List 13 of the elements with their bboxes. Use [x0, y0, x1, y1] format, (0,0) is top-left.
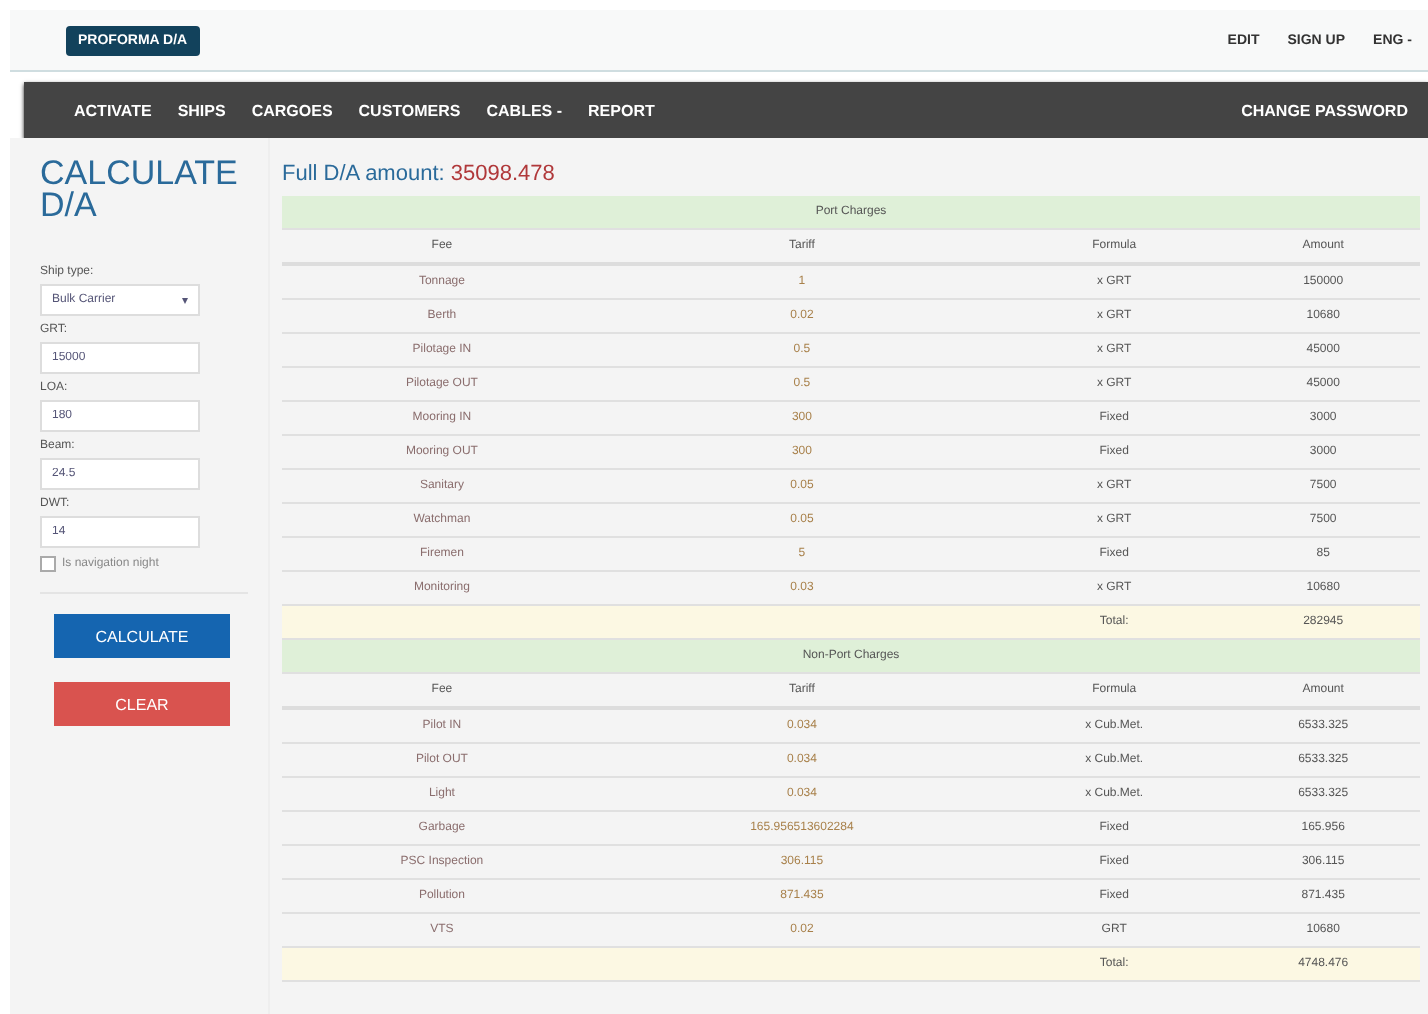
clear-button[interactable]: CLEAR — [54, 682, 230, 726]
nav-link[interactable]: CUSTOMERS — [358, 101, 461, 119]
checkbox[interactable] — [40, 556, 56, 572]
nav-link[interactable]: CHANGE PASSWORD — [1241, 101, 1408, 119]
amount-label: Full D/A amount: — [282, 162, 445, 186]
nav-link[interactable]: SHIPS — [177, 101, 226, 119]
nav-link[interactable]: CABLES - — [486, 101, 563, 119]
nav-link[interactable]: CARGOES — [251, 101, 333, 119]
calculate-button[interactable]: CALCULATE — [54, 614, 230, 658]
amount-value: 35098.478 — [450, 162, 555, 186]
nav-link[interactable]: ACTIVATE — [74, 101, 152, 119]
nav-link[interactable]: REPORT — [588, 101, 655, 119]
page-title: CALCULATE D/A — [40, 158, 240, 222]
